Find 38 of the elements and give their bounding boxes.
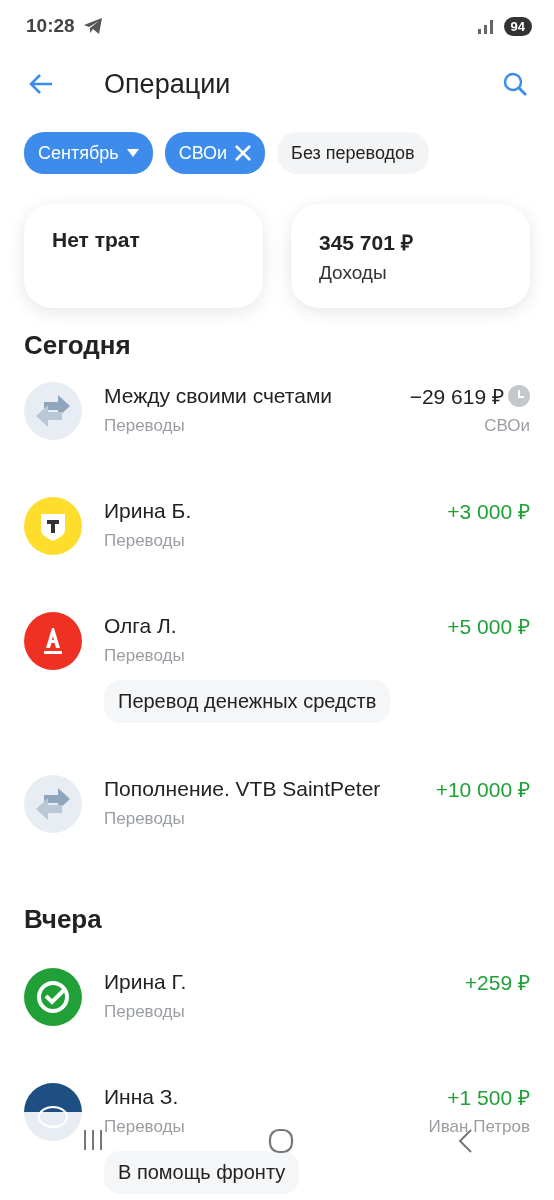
transaction-category: Переводы — [104, 1117, 185, 1137]
transaction-note: В помощь фронту — [104, 1151, 300, 1194]
transaction-amount: +259 ₽ — [464, 970, 530, 996]
transaction-note: Перевод денежных средств — [104, 680, 391, 723]
close-icon[interactable] — [235, 145, 252, 161]
transaction-category: Переводы — [104, 1002, 185, 1022]
transaction-name: Ирина Б. — [104, 499, 192, 523]
transaction-category: Переводы — [104, 646, 185, 666]
summary-value: 345 701 ₽ — [319, 230, 414, 256]
telegram-icon — [82, 17, 103, 35]
transaction-amount: +10 000 ₽ — [435, 777, 530, 803]
summary-label: Доходы — [319, 262, 388, 284]
transaction-name: Между своими счетами — [104, 384, 333, 408]
transaction-name: Олга Л. — [104, 614, 177, 638]
status-time: 10:28 — [26, 15, 75, 37]
account-name: Иван Петров — [428, 1117, 530, 1137]
home-icon[interactable] — [268, 1128, 294, 1154]
transaction-category: Переводы — [104, 531, 185, 551]
caret-icon — [126, 149, 139, 157]
summary-value: Нет трат — [52, 228, 141, 252]
summary-card[interactable]: 345 701 ₽ Доходы — [291, 204, 530, 308]
summary-card[interactable]: Нет трат — [24, 204, 263, 308]
account-name: СВОи — [484, 416, 530, 436]
transaction-amount: −29 619 ₽ — [409, 382, 530, 410]
transaction-name: Инна З. — [104, 1085, 179, 1109]
transaction-amount: +5 000 ₽ — [447, 614, 530, 640]
transaction-name: Пополнение. VTB SaintPeter — [104, 777, 381, 801]
transaction-category: Переводы — [104, 416, 185, 436]
date-heading: Вчера — [23, 903, 103, 936]
transaction-name: Ирина Г. — [104, 970, 187, 994]
signal-icon — [475, 18, 496, 34]
date-heading: Сегодня — [23, 329, 132, 362]
filter-chip[interactable]: Без переводов — [277, 132, 429, 174]
battery-level: 94 — [503, 16, 532, 36]
transaction-amount: +3 000 ₽ — [447, 499, 530, 525]
transaction-category: Переводы — [104, 809, 185, 829]
page-title: Операции — [104, 68, 232, 100]
transaction-amount: +1 500 ₽ — [447, 1085, 530, 1111]
